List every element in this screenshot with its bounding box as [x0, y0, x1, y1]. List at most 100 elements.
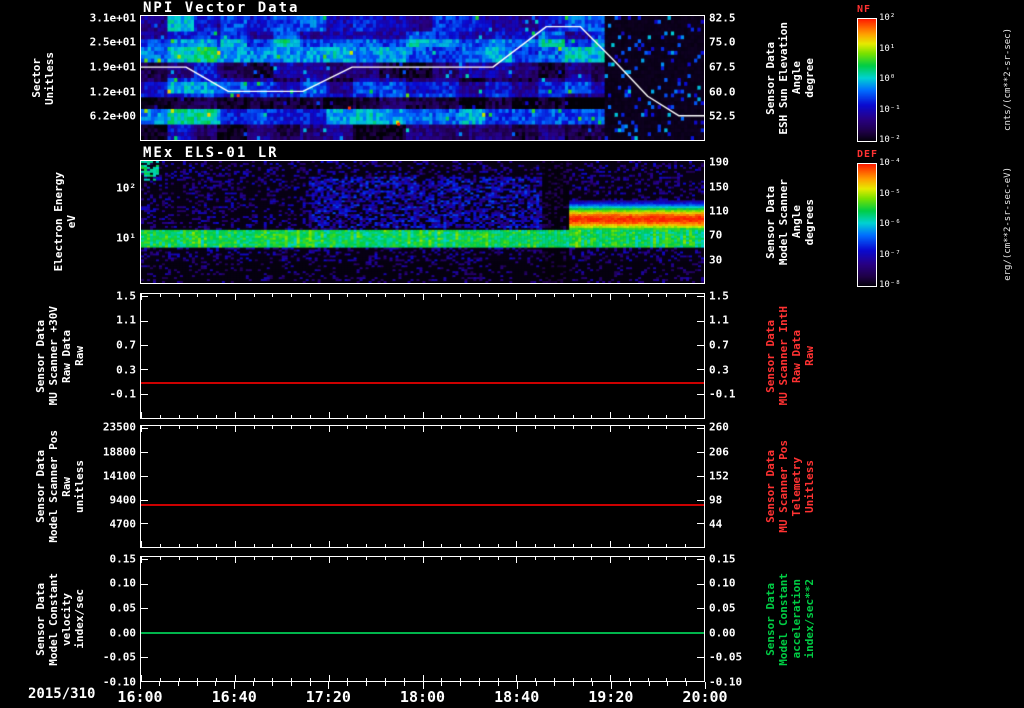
y-tick-label-right: 1.1 — [709, 313, 729, 327]
right-axis-label-model-constant-velocity: Sensor Data Model Constant acceleration ind… — [762, 556, 818, 682]
x-tick-mark — [234, 412, 236, 418]
colorbar-tick-label: 10⁰ — [879, 74, 896, 84]
left-axis-label-model-scanner-pos-line: Raw — [60, 476, 73, 497]
y-tick-mark — [141, 428, 148, 430]
x-tick-label: 19:20 — [588, 688, 634, 706]
x-tick-mark — [159, 557, 161, 560]
x-tick-mark — [685, 557, 687, 560]
x-tick-mark — [366, 415, 368, 418]
x-tick-mark — [384, 294, 386, 297]
y-tick-mark — [141, 656, 148, 658]
x-tick-label: 18:40 — [494, 688, 540, 706]
x-tick-mark — [384, 678, 386, 681]
x-axis-tick-mark — [309, 682, 311, 686]
x-axis-tick-mark — [686, 682, 688, 686]
right-axis-label-els-line: degrees — [803, 198, 816, 246]
left-axis-label-els: Electron Energy eV — [50, 160, 80, 284]
x-tick-mark — [216, 426, 218, 429]
x-tick-mark — [403, 544, 405, 547]
y-tick-mark — [141, 475, 148, 477]
x-tick-mark — [178, 415, 180, 418]
x-tick-mark — [441, 678, 443, 681]
right-axis-label-model-scanner-pos-line: Telemetry — [790, 456, 803, 517]
x-tick-mark — [460, 544, 462, 547]
x-tick-mark — [197, 294, 199, 297]
x-tick-mark — [403, 294, 405, 297]
x-tick-mark — [478, 426, 480, 429]
x-tick-mark — [422, 294, 424, 300]
x-tick-mark — [403, 678, 405, 681]
colorbar-tick-label: 10² — [879, 13, 896, 23]
x-tick-mark — [572, 557, 574, 560]
x-tick-mark — [704, 16, 705, 22]
x-tick-mark — [535, 678, 537, 681]
y-tick-label-right: 44 — [709, 517, 723, 531]
x-tick-mark — [685, 415, 687, 418]
x-tick-mark — [441, 294, 443, 297]
x-tick-mark — [272, 426, 274, 429]
x-tick-mark — [572, 678, 574, 681]
y-tick-mark — [697, 369, 704, 371]
x-tick-mark — [309, 426, 311, 429]
x-tick-mark — [159, 426, 161, 429]
panel-model-scanner-pos — [140, 425, 705, 548]
x-tick-mark — [478, 415, 480, 418]
right-axis-label-npi: Sensor Data ESH Sun Elevation Angle degree — [762, 15, 818, 141]
y-tick-mark — [697, 656, 704, 658]
y-tick-label-right: 70 — [709, 228, 723, 242]
x-tick-mark — [647, 415, 649, 418]
left-axis-label-els-line: eV — [65, 215, 78, 229]
left-axis-label-model-constant-velocity-line: Sensor Data — [34, 582, 47, 656]
x-tick-mark — [291, 294, 293, 297]
y-tick-mark — [697, 608, 704, 610]
left-axis-label-mu-scanner-30v: Sensor Data MU Scanner +30V Raw Data Raw — [32, 293, 88, 419]
right-axis-label-mu-scanner-30v-line: Sensor Data — [764, 319, 777, 393]
x-tick-mark — [309, 678, 311, 681]
x-tick-mark — [497, 557, 499, 560]
x-tick-mark — [553, 678, 555, 681]
x-tick-mark — [347, 415, 349, 418]
x-axis-tick-mark — [177, 682, 179, 686]
x-tick-mark — [272, 294, 274, 297]
x-axis-tick-mark — [384, 682, 386, 686]
right-axis-label-mu-scanner-30v-line: MU Scanner IntH — [777, 306, 790, 406]
x-tick-mark — [141, 541, 142, 547]
x-tick-mark — [666, 678, 668, 681]
x-tick-mark — [535, 415, 537, 418]
x-tick-mark — [666, 544, 668, 547]
x-tick-mark — [178, 294, 180, 297]
x-tick-mark — [553, 557, 555, 560]
x-tick-mark — [197, 557, 199, 560]
x-tick-mark — [366, 678, 368, 681]
x-tick-label: 16:40 — [211, 688, 257, 706]
y-tick-mark — [141, 320, 148, 322]
x-tick-mark — [328, 412, 330, 418]
x-tick-mark — [422, 675, 424, 681]
x-tick-mark — [591, 678, 593, 681]
x-tick-mark — [460, 426, 462, 429]
y-tick-mark — [141, 681, 148, 682]
x-tick-label: 18:00 — [399, 688, 446, 706]
x-tick-mark — [497, 415, 499, 418]
x-tick-mark — [628, 294, 630, 297]
x-tick-mark — [366, 426, 368, 429]
x-tick-mark — [460, 294, 462, 297]
colorbar-title-DEF: DEF — [857, 149, 879, 160]
x-tick-mark — [516, 426, 518, 432]
x-tick-mark — [572, 294, 574, 297]
colorbar-unit-text: erg/(cm**2-sr-sec-eV) — [1003, 167, 1013, 281]
x-tick-mark — [704, 426, 705, 432]
x-axis-tick-mark — [516, 682, 518, 689]
x-tick-mark — [253, 294, 255, 297]
y-tick-mark — [697, 428, 704, 430]
right-axis-label-els-line: Model Scanner — [777, 178, 790, 266]
x-tick-mark — [610, 557, 612, 563]
x-tick-mark — [685, 678, 687, 681]
x-tick-mark — [216, 678, 218, 681]
x-tick-mark — [234, 426, 236, 432]
x-tick-mark — [704, 557, 705, 563]
x-tick-mark — [272, 544, 274, 547]
x-tick-mark — [572, 544, 574, 547]
x-tick-mark — [141, 412, 142, 418]
y-tick-mark — [141, 369, 148, 371]
